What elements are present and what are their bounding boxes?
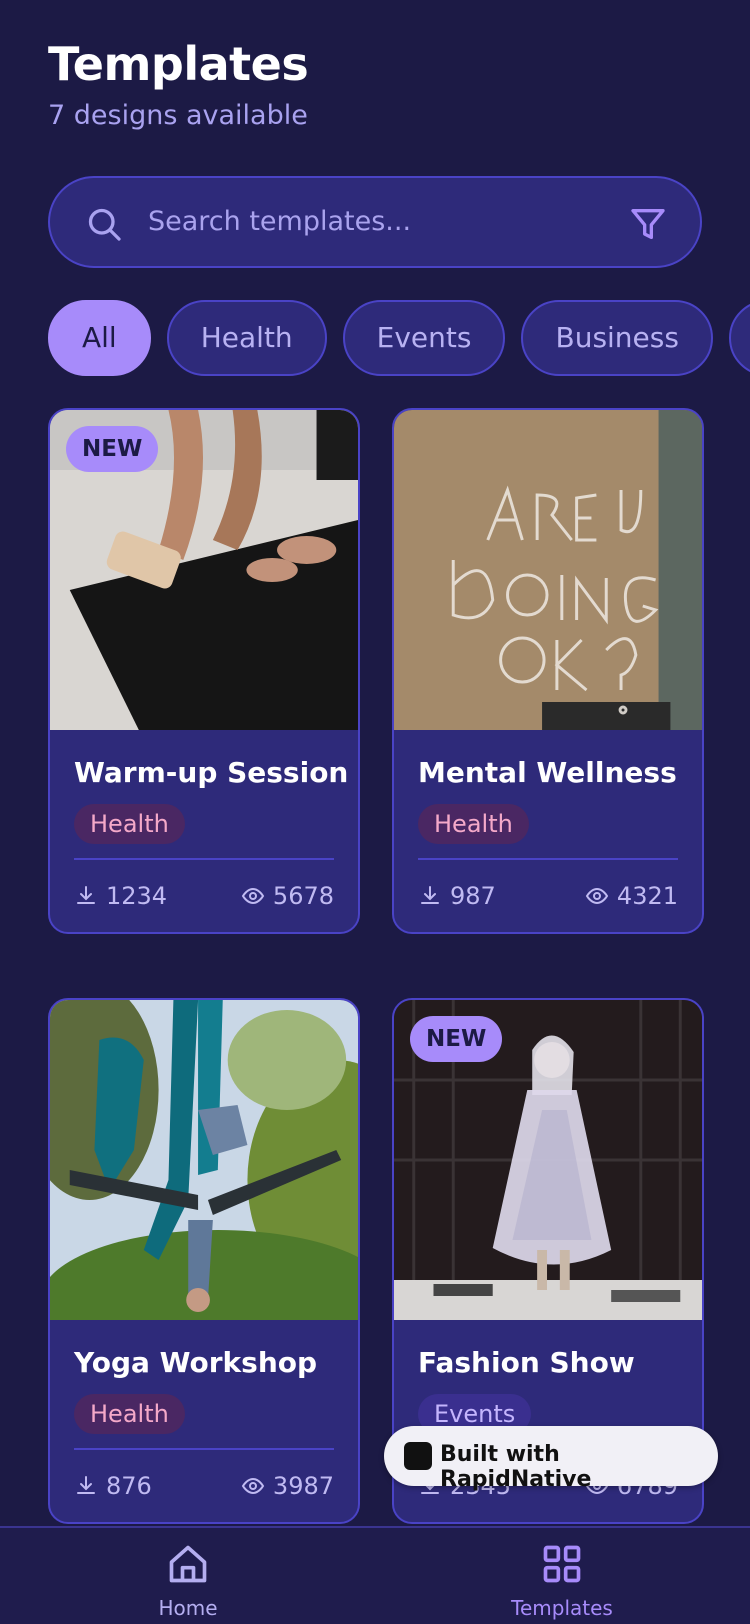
filter-icon[interactable] xyxy=(628,204,668,244)
search-icon xyxy=(88,208,121,241)
card-image xyxy=(394,410,702,730)
views-count: 3987 xyxy=(272,1472,334,1500)
filter-chip-health[interactable]: Health xyxy=(166,300,327,376)
card-title: Yoga Workshop xyxy=(74,1346,318,1379)
tab-templates[interactable]: Templates xyxy=(482,1542,642,1620)
views-stat: 3987 xyxy=(241,1472,334,1500)
card-title: Fashion Show xyxy=(418,1346,635,1379)
downloads-stat: 1234 xyxy=(74,882,167,910)
views-stat: 5678 xyxy=(241,882,334,910)
card-image xyxy=(50,1000,358,1320)
downloads-count: 876 xyxy=(106,1472,152,1500)
downloads-count: 1234 xyxy=(106,882,168,910)
card-image: NEW xyxy=(50,410,358,730)
views-count: 4321 xyxy=(616,882,678,910)
template-card[interactable]: NEW Warm-up Session Health 1234 5678 xyxy=(48,408,360,934)
tab-home[interactable]: Home xyxy=(108,1542,268,1620)
downloads-stat: 987 xyxy=(418,882,496,910)
download-icon xyxy=(77,886,95,904)
views-stat: 4321 xyxy=(585,882,678,910)
card-title: Warm-up Session xyxy=(74,756,349,789)
downloads-stat: 876 xyxy=(74,1472,152,1500)
category-tag: Health xyxy=(418,804,529,844)
tab-templates-label: Templates xyxy=(511,1596,613,1620)
category-tag: Health xyxy=(74,804,185,844)
built-with-label: Built with RapidNative xyxy=(440,1442,592,1492)
card-divider xyxy=(74,858,334,860)
search-bar[interactable]: Search templates... xyxy=(48,176,702,268)
eye-icon xyxy=(585,887,609,905)
search-input[interactable]: Search templates... xyxy=(148,206,411,237)
card-divider xyxy=(74,1448,334,1450)
downloads-count: 987 xyxy=(450,882,496,910)
new-badge: NEW xyxy=(66,426,159,472)
grid-icon xyxy=(543,1545,581,1583)
filter-chip-all[interactable]: All xyxy=(48,300,151,376)
rapidnative-logo-icon xyxy=(404,1442,432,1470)
page-subtitle: 7 designs available xyxy=(48,100,308,131)
built-with-badge[interactable]: Built with RapidNative xyxy=(384,1426,718,1492)
card-divider xyxy=(418,858,678,860)
download-icon xyxy=(77,1476,95,1494)
home-icon xyxy=(169,1545,207,1583)
new-badge: NEW xyxy=(410,1016,503,1062)
card-title: Mental Wellness xyxy=(418,756,677,789)
filter-chips: AllHealthEventsBusinessE xyxy=(48,300,750,376)
page-header: Templates 7 designs available xyxy=(48,36,309,131)
download-icon xyxy=(421,886,439,904)
filter-chip-more[interactable]: E xyxy=(728,300,750,376)
template-card[interactable]: Mental Wellness Health 987 4321 xyxy=(392,408,704,934)
views-count: 5678 xyxy=(272,882,334,910)
category-tag: Health xyxy=(74,1394,185,1434)
card-image: NEW xyxy=(394,1000,702,1320)
template-card[interactable]: Yoga Workshop Health 876 3987 xyxy=(48,998,360,1524)
eye-icon xyxy=(241,887,265,905)
bottom-tab-bar: Home Templates xyxy=(0,1526,750,1624)
eye-icon xyxy=(241,1477,265,1495)
page-title: Templates xyxy=(48,37,309,91)
filter-chip-business[interactable]: Business xyxy=(521,300,713,376)
tab-home-label: Home xyxy=(158,1596,218,1620)
filter-chip-events[interactable]: Events xyxy=(342,300,506,376)
